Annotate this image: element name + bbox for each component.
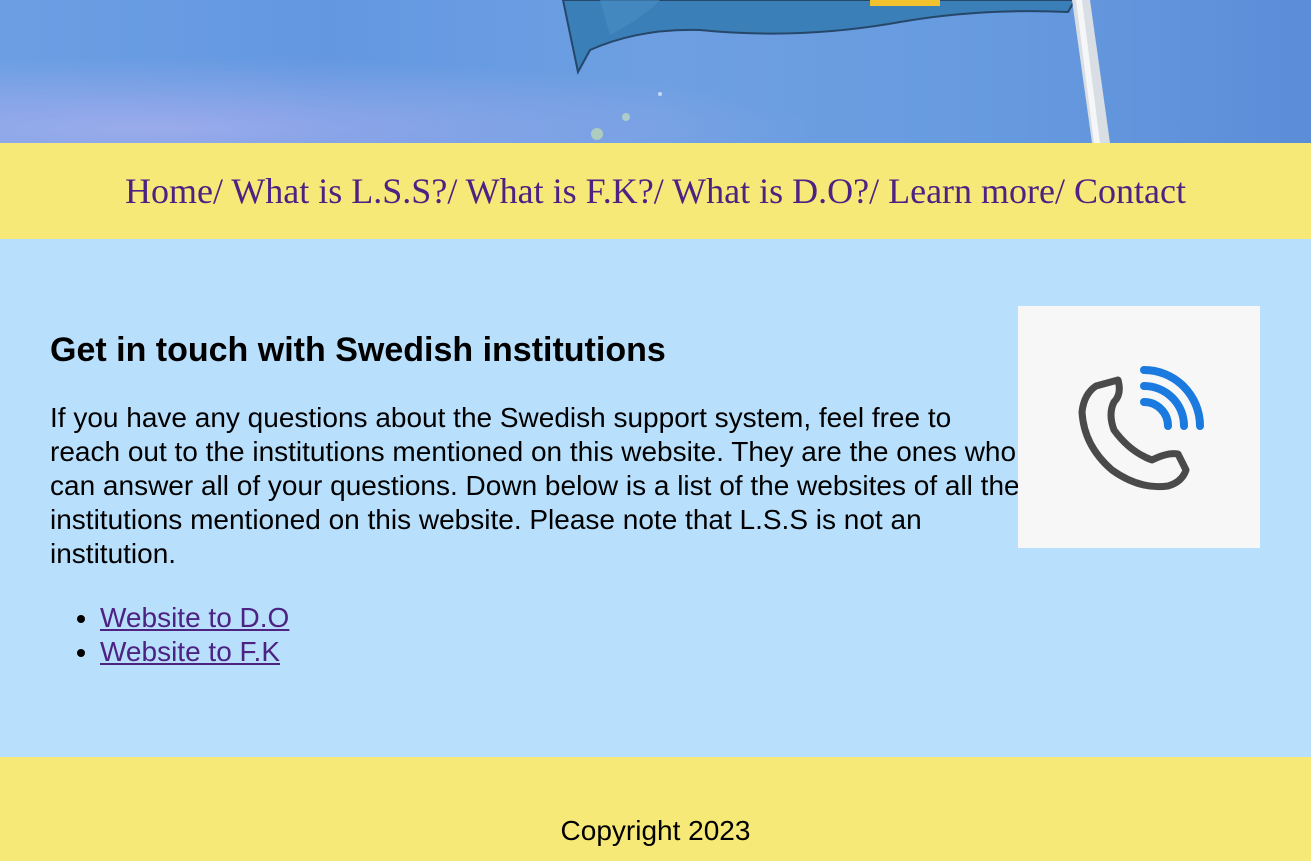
copyright-text: Copyright 2023 xyxy=(560,815,751,846)
main-content: Get in touch with Swedish institutions I… xyxy=(0,239,1311,757)
nav-separator: / xyxy=(869,171,889,211)
nav-separator: / xyxy=(447,171,466,211)
nav-separator: / xyxy=(1055,171,1075,211)
nav-link-contact[interactable]: Contact xyxy=(1074,171,1186,211)
nav-separator: / xyxy=(653,171,673,211)
nav-separator: / xyxy=(212,171,232,211)
nav-link-learn-more[interactable]: Learn more xyxy=(888,171,1055,211)
nav-link-what-is-do[interactable]: What is D.O? xyxy=(672,171,869,211)
list-item: Website to F.K xyxy=(100,635,289,669)
website-fk-link[interactable]: Website to F.K xyxy=(100,636,280,667)
phone-call-icon xyxy=(1078,366,1204,491)
swedish-flag-image xyxy=(0,0,1311,143)
nav-link-what-is-lss[interactable]: What is L.S.S? xyxy=(231,171,447,211)
hero-banner xyxy=(0,0,1311,143)
intro-paragraph: If you have any questions about the Swed… xyxy=(50,402,1020,569)
nav-link-home[interactable]: Home xyxy=(125,171,213,211)
contact-image xyxy=(1018,306,1260,548)
nav-link-what-is-fk[interactable]: What is F.K? xyxy=(466,171,654,211)
institution-links-list: Website to D.O Website to F.K xyxy=(50,601,289,669)
page-title: Get in touch with Swedish institutions xyxy=(50,331,666,369)
website-do-link[interactable]: Website to D.O xyxy=(100,602,289,633)
list-item: Website to D.O xyxy=(100,601,289,635)
page-footer: Copyright 2023 xyxy=(0,757,1311,861)
main-navigation: Home/ What is L.S.S?/ What is F.K?/ What… xyxy=(0,143,1311,239)
